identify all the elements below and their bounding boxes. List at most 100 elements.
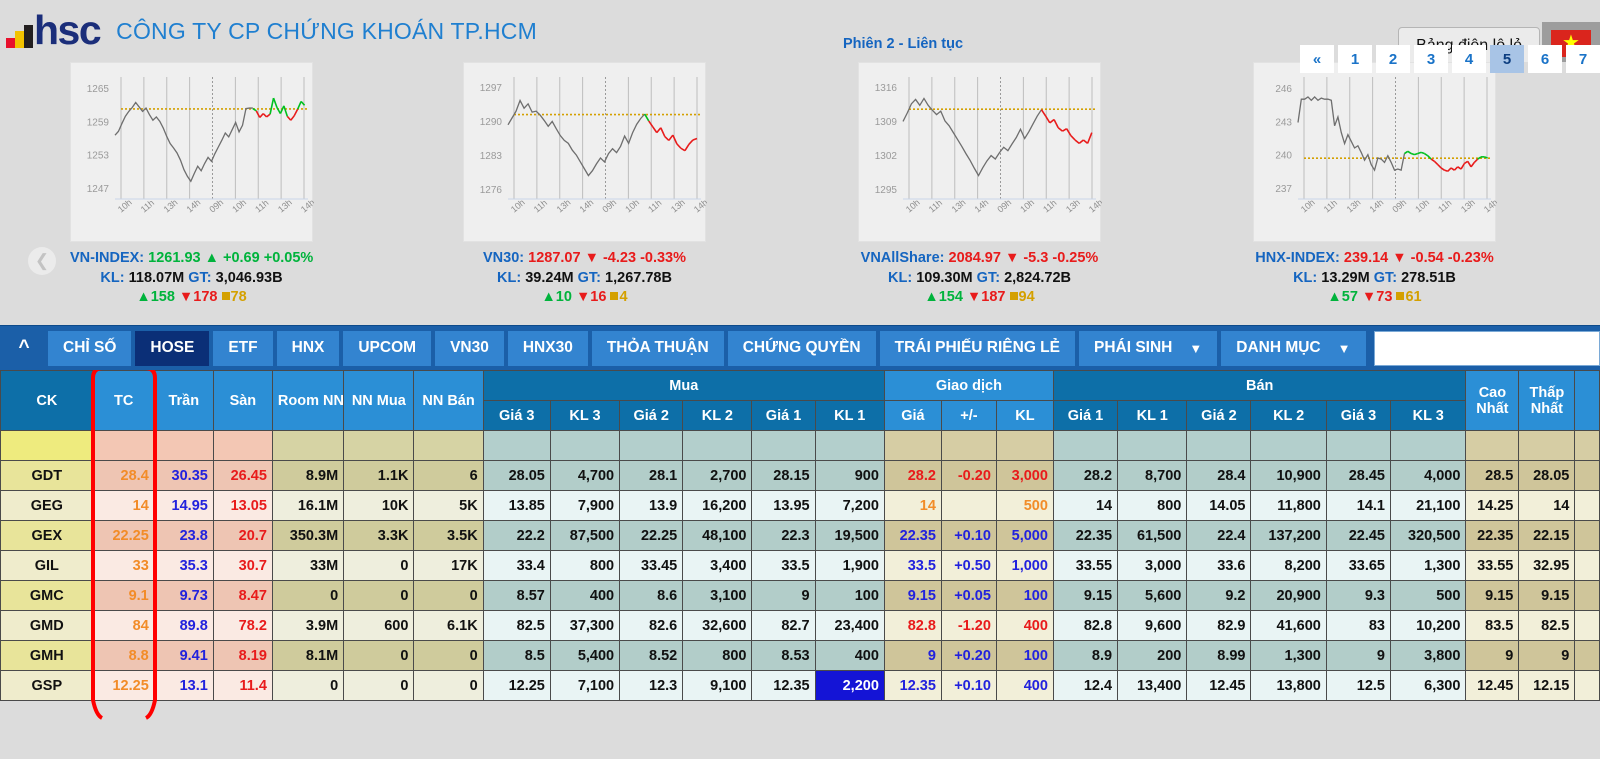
table-cell-g-gia[interactable]: 22.35 <box>883 520 942 551</box>
table-cell-b-kl2[interactable]: 41,600 <box>1250 610 1327 641</box>
table-cell-b-kl2[interactable]: 8,200 <box>1250 550 1327 581</box>
col-header-ban-kl1[interactable]: KL 1 <box>1117 400 1188 431</box>
table-cell-nn-mua[interactable]: 1.1K <box>343 460 415 491</box>
table-cell-room-nn[interactable]: 0 <box>271 670 345 701</box>
pagination-page-1[interactable]: 1 <box>1338 45 1372 73</box>
table-cell-cao[interactable]: 22.35 <box>1465 520 1520 551</box>
table-cell-m-kl2[interactable]: 16,200 <box>682 490 753 521</box>
table-cell-nn-mua[interactable]: 600 <box>343 610 415 641</box>
table-cell-nn-mua[interactable]: 10K <box>343 490 415 521</box>
filter-cell-8[interactable] <box>549 430 621 461</box>
table-cell-nn-mua[interactable]: 0 <box>343 580 415 611</box>
table-cell-m-kl1[interactable]: 400 <box>814 640 885 671</box>
table-cell-m-gia2[interactable]: 28.1 <box>619 460 684 491</box>
filter-cell-4[interactable] <box>271 430 345 461</box>
table-cell-g-kl[interactable]: 1,000 <box>995 550 1054 581</box>
filter-cell-3[interactable] <box>212 430 273 461</box>
table-cell-b-gia2[interactable]: 14.05 <box>1186 490 1252 521</box>
table-cell-g-pm[interactable]: +0.50 <box>940 550 997 581</box>
table-cell-nn-ban[interactable]: 17K <box>413 550 484 581</box>
table-cell-ck[interactable]: GEG <box>0 490 94 521</box>
table-cell-cao[interactable]: 12.45 <box>1465 670 1520 701</box>
table-cell-cao[interactable]: 9.15 <box>1465 580 1520 611</box>
table-cell-overflow[interactable] <box>1574 460 1600 491</box>
table-cell-nn-mua[interactable]: 0 <box>343 550 415 581</box>
table-cell-overflow[interactable] <box>1574 490 1600 521</box>
table-cell-b-gia3[interactable]: 9.3 <box>1325 580 1392 611</box>
table-cell-m-gia3[interactable]: 13.85 <box>482 490 551 521</box>
table-row[interactable]: GIL 33 35.3 30.7 33M 0 17K 33.4 800 33.45 3,400 33.… <box>0 550 1600 581</box>
table-cell-b-kl3[interactable]: 1,300 <box>1389 550 1467 581</box>
table-cell-m-kl2[interactable]: 3,400 <box>682 550 753 581</box>
pagination-page-4[interactable]: 4 <box>1452 45 1486 73</box>
table-cell-b-kl1[interactable]: 61,500 <box>1117 520 1188 551</box>
table-cell-b-kl1[interactable]: 200 <box>1117 640 1188 671</box>
table-cell-m-gia3[interactable]: 82.5 <box>482 610 551 641</box>
table-cell-g-gia[interactable]: 14 <box>883 490 942 521</box>
col-header-san[interactable]: Sàn <box>212 370 273 431</box>
filter-cell-6[interactable] <box>413 430 484 461</box>
table-cell-g-kl[interactable]: 500 <box>995 490 1054 521</box>
table-cell-tc[interactable]: 8.8 <box>92 640 155 671</box>
table-cell-m-gia3[interactable]: 8.57 <box>482 580 551 611</box>
table-cell-g-gia[interactable]: 9.15 <box>883 580 942 611</box>
pagination-page-7[interactable]: 7 <box>1566 45 1600 73</box>
filter-cell-14[interactable] <box>940 430 997 461</box>
table-cell-m-kl3[interactable]: 400 <box>549 580 621 611</box>
table-cell-g-pm[interactable]: -0.20 <box>940 460 997 491</box>
table-cell-m-kl1[interactable]: 2,200 <box>814 670 885 701</box>
table-cell-g-pm[interactable]: -1.20 <box>940 610 997 641</box>
table-cell-m-kl2[interactable]: 800 <box>682 640 753 671</box>
table-cell-m-gia2[interactable]: 12.3 <box>619 670 684 701</box>
table-cell-overflow[interactable] <box>1574 580 1600 611</box>
table-cell-b-gia2[interactable]: 22.4 <box>1186 520 1252 551</box>
tab-danh-m-c[interactable]: DANH MỤC ▼ <box>1221 330 1366 366</box>
table-cell-san[interactable]: 30.7 <box>212 550 273 581</box>
table-cell-nn-ban[interactable]: 0 <box>413 580 484 611</box>
table-cell-g-kl[interactable]: 100 <box>995 580 1054 611</box>
table-cell-b-gia2[interactable]: 28.4 <box>1186 460 1252 491</box>
table-cell-tc[interactable]: 14 <box>92 490 155 521</box>
tab-tr-i-phi-u-ri-ng-l[interactable]: TRÁI PHIẾU RIÊNG LẺ <box>879 330 1075 366</box>
filter-cell-11[interactable] <box>751 430 816 461</box>
table-cell-thap[interactable]: 32.95 <box>1518 550 1576 581</box>
table-cell-m-gia2[interactable]: 13.9 <box>619 490 684 521</box>
table-cell-b-gia1[interactable]: 22.35 <box>1052 520 1119 551</box>
table-cell-tran[interactable]: 13.1 <box>153 670 214 701</box>
tab-vn30[interactable]: VN30 <box>435 330 504 366</box>
table-cell-m-kl3[interactable]: 87,500 <box>549 520 621 551</box>
table-cell-room-nn[interactable]: 16.1M <box>271 490 345 521</box>
table-cell-b-gia2[interactable]: 12.45 <box>1186 670 1252 701</box>
table-filter-row[interactable] <box>0 430 1600 461</box>
table-cell-b-kl3[interactable]: 320,500 <box>1389 520 1467 551</box>
table-cell-san[interactable]: 20.7 <box>212 520 273 551</box>
table-cell-san[interactable]: 26.45 <box>212 460 273 491</box>
table-cell-nn-ban[interactable]: 6 <box>413 460 484 491</box>
table-cell-g-pm[interactable]: +0.10 <box>940 670 997 701</box>
table-cell-room-nn[interactable]: 33M <box>271 550 345 581</box>
table-cell-b-gia2[interactable]: 8.99 <box>1186 640 1252 671</box>
table-cell-m-gia2[interactable]: 8.6 <box>619 580 684 611</box>
table-cell-b-gia2[interactable]: 82.9 <box>1186 610 1252 641</box>
table-cell-b-gia3[interactable]: 22.45 <box>1325 520 1392 551</box>
table-cell-m-gia3[interactable]: 12.25 <box>482 670 551 701</box>
table-cell-tc[interactable]: 28.4 <box>92 460 155 491</box>
table-cell-ck[interactable]: GMC <box>0 580 94 611</box>
table-cell-san[interactable]: 11.4 <box>212 670 273 701</box>
table-cell-overflow[interactable] <box>1574 670 1600 701</box>
tab-ch-ng-quy-n[interactable]: CHỨNG QUYỀN <box>727 330 876 366</box>
table-cell-m-kl1[interactable]: 23,400 <box>814 610 885 641</box>
table-cell-thap[interactable]: 82.5 <box>1518 610 1576 641</box>
table-cell-b-gia1[interactable]: 12.4 <box>1052 670 1119 701</box>
table-cell-g-pm[interactable] <box>940 490 997 521</box>
table-cell-thap[interactable]: 22.15 <box>1518 520 1576 551</box>
filter-cell-22[interactable] <box>1465 430 1520 461</box>
tab-hnx30[interactable]: HNX30 <box>507 330 588 366</box>
table-cell-g-pm[interactable]: +0.05 <box>940 580 997 611</box>
table-cell-room-nn[interactable]: 350.3M <box>271 520 345 551</box>
col-header-gd-change[interactable]: +/- <box>940 400 997 431</box>
table-cell-m-kl2[interactable]: 9,100 <box>682 670 753 701</box>
tab-th-a-thu-n[interactable]: THỎA THUẬN <box>591 330 724 366</box>
tab-etf[interactable]: ETF <box>213 330 273 366</box>
table-cell-tran[interactable]: 89.8 <box>153 610 214 641</box>
